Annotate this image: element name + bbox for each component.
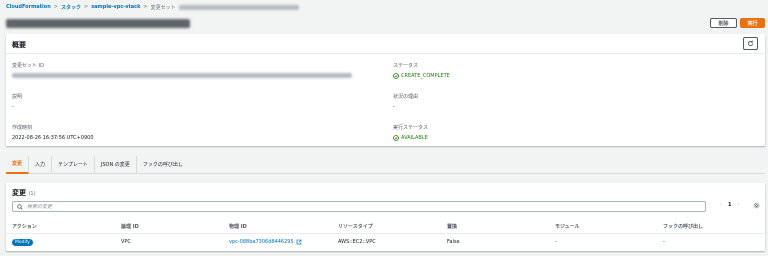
success-check-icon xyxy=(393,73,399,79)
chevron-right-icon[interactable]: › xyxy=(737,202,739,208)
column-header-module[interactable]: モジュール xyxy=(555,223,580,230)
tab-template[interactable]: テンプレート xyxy=(52,155,95,174)
redacted-change-set-name xyxy=(178,4,299,10)
status-reason-label: 状況の理由 xyxy=(393,94,419,100)
status-field: ステータス CREATE_COMPLETE xyxy=(393,62,450,79)
breadcrumb: CloudFormation > スタック > sample-vpc-stack… xyxy=(6,3,299,11)
created-time-value: 2022-08-26 16:37:56 UTC+0900 xyxy=(12,135,94,141)
created-time-field: 作成時刻 2022-08-26 16:37:56 UTC+0900 xyxy=(12,124,94,141)
breadcrumb-stacks[interactable]: スタック xyxy=(61,4,81,11)
breadcrumb-current: 変更セット xyxy=(150,4,176,11)
change-set-id-redacted xyxy=(12,73,352,78)
search-placeholder: 検索の変更 xyxy=(27,204,53,210)
table-row-resource-type: AWS::EC2::VPC xyxy=(338,239,376,245)
description-field: 説明 - xyxy=(12,93,22,110)
pagination: ‹ 1 › xyxy=(720,202,739,208)
change-set-id-label: 変更セット ID xyxy=(12,63,44,69)
physical-id-text: vpc-088ba7306d8446295 xyxy=(229,239,294,245)
breadcrumb-separator: > xyxy=(53,4,58,10)
table-row-logical-id: VPC xyxy=(121,239,131,245)
table-divider xyxy=(6,233,765,234)
exec-status-label: 実行ステータス xyxy=(393,125,429,131)
description-label: 説明 xyxy=(12,94,23,100)
delete-button[interactable]: 削除 xyxy=(710,18,737,28)
status-label: ステータス xyxy=(393,63,419,69)
status-reason-field: 状況の理由 - xyxy=(393,93,418,110)
gear-icon xyxy=(753,202,760,209)
status-value: CREATE_COMPLETE xyxy=(401,73,450,79)
created-time-label: 作成時刻 xyxy=(12,125,33,131)
breadcrumb-separator: > xyxy=(83,4,89,10)
changes-panel: 変更 (1) 検索の変更 ‹ 1 › アクション 論理 ID 物理 ID リソー… xyxy=(6,183,765,251)
column-header-physical-id[interactable]: 物理 ID xyxy=(229,223,247,230)
external-link-icon xyxy=(296,239,301,245)
changes-header: 変更 (1) xyxy=(12,188,36,198)
tab-hook-invocations[interactable]: フックの呼び出し xyxy=(137,156,189,174)
table-row-module: - xyxy=(555,239,557,245)
execute-button[interactable]: 実行 xyxy=(740,18,765,28)
table-row-physical-id-link[interactable]: vpc-088ba7306d8446295 xyxy=(229,239,302,245)
search-input[interactable]: 検索の変更 xyxy=(12,201,706,212)
overview-title: 概要 xyxy=(6,34,765,54)
breadcrumb-stack-name[interactable]: sample-vpc-stack xyxy=(91,4,140,10)
success-check-icon xyxy=(393,135,399,141)
table-row-action: Modify xyxy=(12,239,33,246)
breadcrumb-cloudformation[interactable]: CloudFormation xyxy=(6,4,51,10)
page-number[interactable]: 1 xyxy=(728,202,731,208)
status-reason-value: - xyxy=(393,104,395,110)
column-header-hooks[interactable]: フックの呼び出し xyxy=(663,223,703,230)
refresh-button[interactable] xyxy=(743,37,758,50)
search-icon xyxy=(17,203,23,210)
tab-json-changes[interactable]: JSON の変更 xyxy=(95,155,137,174)
changes-title: 変更 xyxy=(12,189,26,197)
exec-status-field: 実行ステータス AVAILABLE xyxy=(393,124,428,141)
column-header-action[interactable]: アクション xyxy=(12,223,37,230)
page-title-redacted xyxy=(6,19,190,28)
column-header-logical-id[interactable]: 論理 ID xyxy=(121,223,139,230)
tab-bar: 変更 入力 テンプレート JSON の変更 フックの呼び出し xyxy=(6,155,765,174)
table-row-replacement: False xyxy=(447,239,460,245)
table-row-hooks: - xyxy=(663,239,665,245)
tab-changes[interactable]: 変更 xyxy=(6,155,30,174)
change-set-id-field: 変更セット ID xyxy=(12,62,352,79)
chevron-left-icon[interactable]: ‹ xyxy=(720,202,722,208)
column-header-resource-type[interactable]: リソースタイプ xyxy=(338,223,373,230)
description-value: - xyxy=(12,104,14,110)
column-header-replacement[interactable]: 置換 xyxy=(447,223,457,230)
changes-count: (1) xyxy=(28,191,36,197)
exec-status-value: AVAILABLE xyxy=(401,135,428,141)
tab-inputs[interactable]: 入力 xyxy=(29,155,53,174)
refresh-icon xyxy=(747,40,754,47)
breadcrumb-separator: > xyxy=(143,4,148,10)
action-badge: Modify xyxy=(12,239,33,246)
settings-button[interactable] xyxy=(753,202,760,211)
overview-panel: 概要 変更セット ID 説明 - 作成時刻 2022-08-26 16:37:5… xyxy=(6,34,765,146)
